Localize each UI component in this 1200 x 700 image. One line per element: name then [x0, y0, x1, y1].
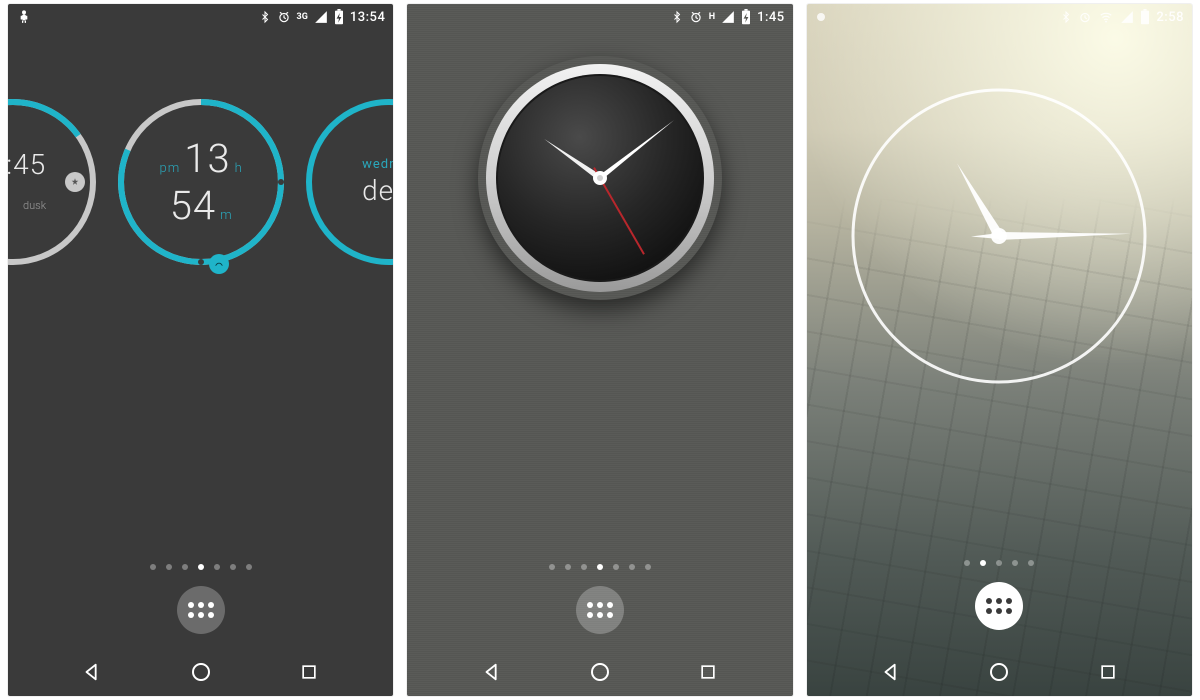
analog-clock-widget[interactable]	[482, 60, 718, 296]
page-indicator	[807, 560, 1192, 566]
ring-marker-icon	[209, 254, 229, 274]
status-bar: 3G 13:54	[8, 4, 393, 30]
status-time: 1:45	[757, 10, 785, 25]
signal-icon	[721, 10, 735, 24]
status-bar: H 1:45	[407, 4, 792, 30]
notification-dot-icon	[815, 11, 827, 23]
left-time: 07:45	[8, 148, 46, 181]
network-type-label: 3G	[297, 13, 308, 22]
apps-grid-icon	[188, 602, 214, 618]
nav-home-button[interactable]	[580, 652, 620, 692]
battery-charging-icon	[741, 9, 751, 25]
notification-icon	[16, 9, 32, 25]
ring-right[interactable]: wednesd dec	[301, 94, 394, 270]
bluetooth-icon	[671, 10, 683, 24]
wifi-icon	[1098, 10, 1114, 24]
alarm-icon	[277, 10, 291, 24]
app-drawer-button[interactable]	[975, 582, 1023, 630]
apps-grid-icon	[986, 598, 1012, 614]
hours-value: 13	[184, 135, 230, 182]
nav-home-button[interactable]	[979, 652, 1019, 692]
dusk-label: dusk	[23, 199, 46, 212]
app-drawer-button[interactable]	[177, 586, 225, 634]
weekday-label: wednesd	[362, 157, 393, 172]
battery-icon	[1140, 9, 1150, 25]
left-temp: 41	[8, 183, 15, 216]
navigation-bar	[407, 648, 792, 696]
nav-home-button[interactable]	[181, 652, 221, 692]
navigation-bar	[8, 648, 393, 696]
nav-back-button[interactable]	[72, 652, 112, 692]
app-drawer-button[interactable]	[576, 586, 624, 634]
nav-recents-button[interactable]	[289, 652, 329, 692]
minutes-value: 54	[170, 182, 216, 229]
month-label: dec	[362, 174, 393, 207]
phone-screen-1: 3G 13:54 07:45	[8, 4, 393, 696]
phone-screen-3: 2:58	[807, 4, 1192, 696]
bluetooth-icon	[259, 10, 271, 24]
signal-icon	[1120, 10, 1134, 24]
ring-marker-icon	[65, 172, 85, 192]
status-time: 13:54	[350, 10, 385, 25]
bluetooth-icon	[1060, 10, 1072, 24]
page-indicator	[8, 564, 393, 570]
analog-clock-widget[interactable]	[849, 86, 1149, 386]
page-indicator	[407, 564, 792, 570]
ring-left[interactable]: 07:45 t41dusk	[8, 94, 101, 270]
signal-icon	[314, 10, 328, 24]
nav-back-button[interactable]	[472, 652, 512, 692]
status-bar: 2:58	[807, 4, 1192, 30]
nav-back-button[interactable]	[871, 652, 911, 692]
battery-charging-icon	[334, 9, 344, 25]
ring-center[interactable]: pm13 h 54 m	[113, 94, 289, 270]
nav-recents-button[interactable]	[1088, 652, 1128, 692]
ampm-label: pm	[160, 161, 181, 176]
hour-hand	[953, 161, 1004, 239]
alarm-icon	[1078, 10, 1092, 24]
nav-recents-button[interactable]	[688, 652, 728, 692]
apps-grid-icon	[587, 602, 613, 618]
navigation-bar	[807, 648, 1192, 696]
alarm-icon	[689, 10, 703, 24]
hours-unit: h	[235, 161, 242, 176]
phone-screen-2: H 1:45	[407, 4, 792, 696]
status-time: 2:58	[1156, 10, 1184, 25]
clock-widget-carousel[interactable]: 07:45 t41dusk pm13h 54m	[8, 94, 393, 270]
network-type-label: H	[709, 13, 715, 22]
minutes-unit: m	[220, 208, 232, 223]
